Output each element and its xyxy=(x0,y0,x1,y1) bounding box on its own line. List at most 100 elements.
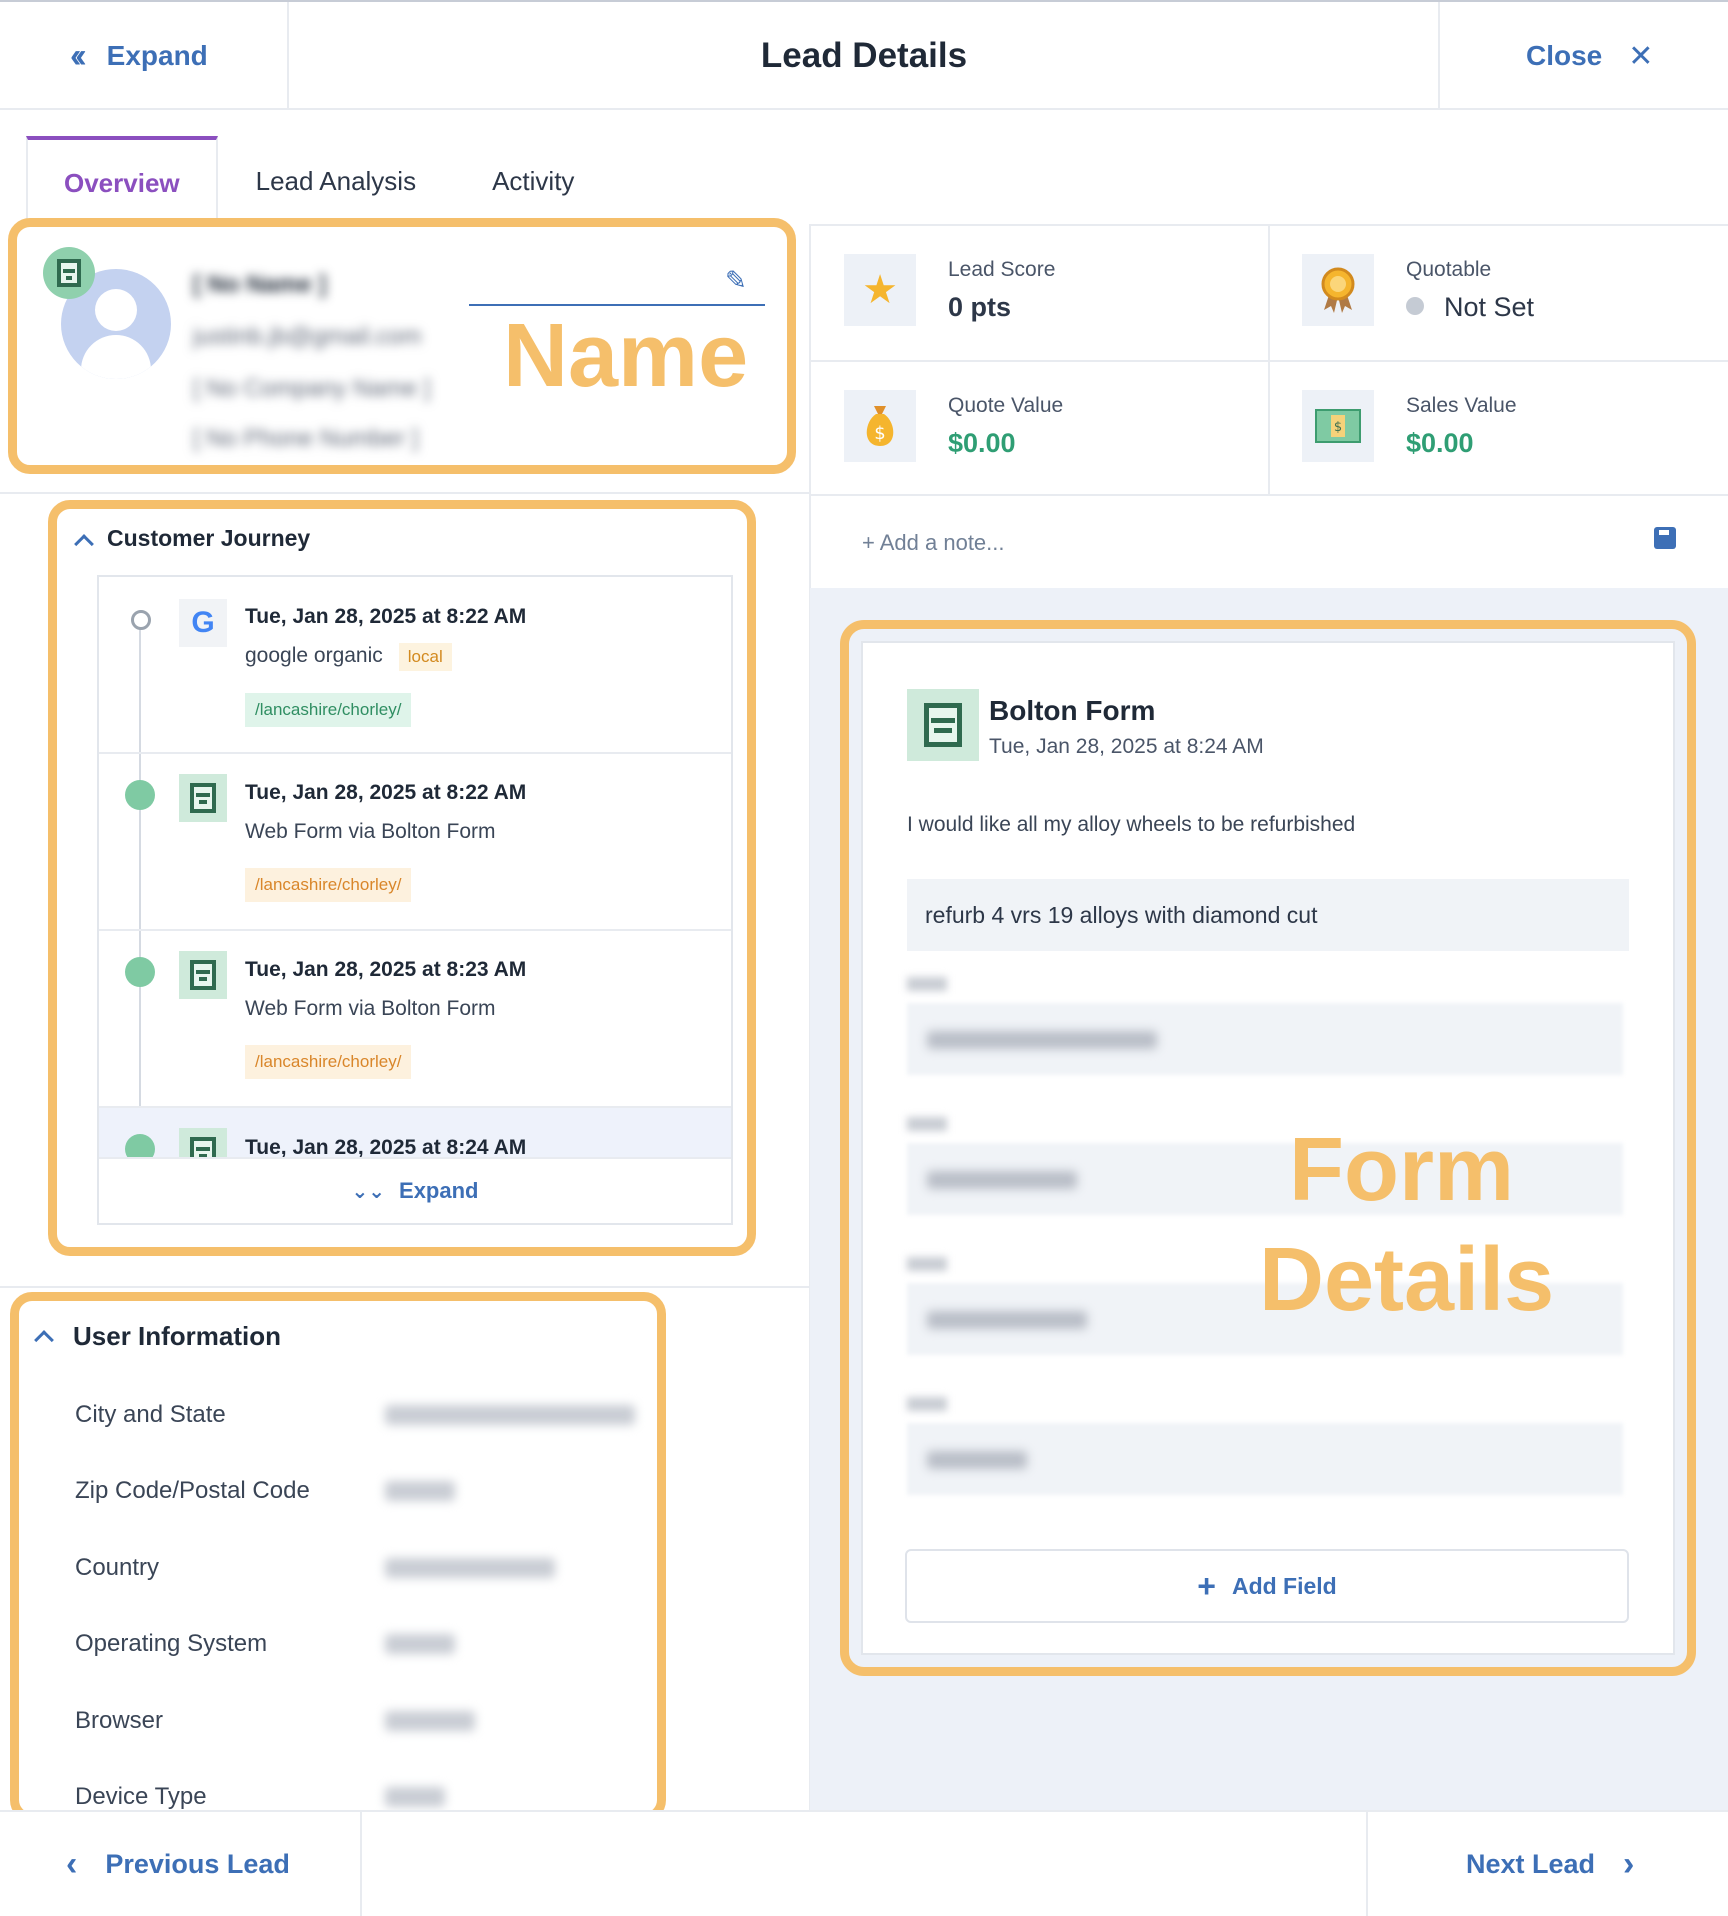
web-form-icon xyxy=(907,689,979,761)
info-value-redacted xyxy=(385,1558,555,1578)
lead-email: justinb.jb@gmail.com xyxy=(193,323,422,350)
expand-label: Expand xyxy=(106,40,208,71)
form-message-field: refurb 4 vrs 19 alloys with diamond cut xyxy=(907,879,1629,951)
info-value-redacted xyxy=(385,1787,445,1807)
info-label-device-type: Device Type xyxy=(75,1783,207,1810)
info-label-city-state: City and State xyxy=(75,1401,226,1428)
journey-path-badge: /lancashire/chorley/ xyxy=(245,868,412,902)
form-annotation: Form xyxy=(1289,1120,1514,1220)
close-button[interactable]: Close ✕ xyxy=(1438,2,1728,110)
info-value-redacted xyxy=(385,1634,455,1654)
journey-path-badge: /lancashire/chorley/ xyxy=(245,1045,412,1079)
redacted-field-value xyxy=(927,1451,1027,1469)
sales-value-stat: $ Sales Value $0.00 xyxy=(1270,362,1728,496)
form-title: Bolton Form xyxy=(989,695,1156,726)
money-bag-icon: $ xyxy=(844,390,916,462)
edit-pencil-icon[interactable]: ✎ xyxy=(725,265,747,296)
tab-lead-analysis[interactable]: Lead Analysis xyxy=(218,136,454,226)
sales-value-amount: $0.00 xyxy=(1406,428,1474,458)
form-details-section: Bolton Form Tue, Jan 28, 2025 at 8:24 AM… xyxy=(840,620,1696,1676)
lead-score-value: 0 pts xyxy=(948,292,1012,322)
form-description: I would like all my alloy wheels to be r… xyxy=(907,813,1356,836)
web-form-icon xyxy=(179,774,227,822)
user-information-title[interactable]: User Information xyxy=(73,1321,281,1352)
journey-date: Tue, Jan 28, 2025 at 8:22 AM xyxy=(245,605,527,628)
journey-item[interactable]: G Tue, Jan 28, 2025 at 8:22 AM google or… xyxy=(99,577,731,754)
quotable-stat[interactable]: Quotable Not Set xyxy=(1270,226,1728,360)
journey-path-badge: /lancashire/chorley/ xyxy=(245,693,412,727)
redacted-field-value xyxy=(927,1031,1157,1049)
journey-expand-button[interactable]: ⌄⌄ Expand xyxy=(99,1157,731,1223)
header: ‹‹ Expand Lead Details Close ✕ xyxy=(0,0,1728,110)
add-field-button[interactable]: + Add Field xyxy=(905,1549,1629,1623)
journey-date: Tue, Jan 28, 2025 at 8:23 AM xyxy=(245,958,527,981)
save-icon[interactable] xyxy=(1654,527,1676,549)
quote-value-stat: $ Quote Value $0.00 xyxy=(812,362,1270,496)
form-details-card: Bolton Form Tue, Jan 28, 2025 at 8:24 AM… xyxy=(861,641,1675,1655)
collapse-chevron-icon[interactable] xyxy=(74,534,94,554)
redacted-field-label xyxy=(907,977,947,991)
add-field-label: Add Field xyxy=(1231,1572,1337,1599)
journey-source: Web Form via Bolton Form xyxy=(245,820,496,843)
divider xyxy=(0,1286,810,1288)
tab-activity[interactable]: Activity xyxy=(454,136,612,226)
previous-lead-button[interactable]: ‹ Previous Lead xyxy=(0,1812,362,1916)
chevron-right-icon: › xyxy=(1623,1844,1635,1883)
lead-phone: [ No Phone Number ] xyxy=(193,425,419,452)
close-icon: ✕ xyxy=(1628,39,1654,73)
redacted-field-label xyxy=(907,1117,947,1131)
double-chevron-left-icon: ‹‹ xyxy=(70,36,86,75)
journey-source: Web Form via Bolton Form xyxy=(245,997,496,1020)
next-lead-label: Next Lead xyxy=(1466,1848,1596,1879)
journey-item[interactable]: Tue, Jan 28, 2025 at 8:23 AM Web Form vi… xyxy=(99,931,731,1108)
collapse-chevron-icon[interactable] xyxy=(34,1330,54,1350)
timeline-dot xyxy=(125,957,155,987)
sales-value-label: Sales Value xyxy=(1406,394,1517,417)
award-ribbon-icon xyxy=(1302,254,1374,326)
name-annotation: Name xyxy=(503,306,749,406)
timeline-dot xyxy=(131,610,151,630)
redacted-field-value xyxy=(927,1311,1087,1329)
close-label: Close xyxy=(1526,40,1603,71)
lead-name[interactable]: [ No Name ] xyxy=(193,271,326,299)
star-icon: ★ xyxy=(844,254,916,326)
quote-value-amount: $0.00 xyxy=(948,428,1016,458)
lead-score-label: Lead Score xyxy=(948,258,1056,281)
customer-journey-title[interactable]: Customer Journey xyxy=(107,525,310,552)
double-chevron-down-icon: ⌄⌄ xyxy=(351,1180,386,1203)
quotable-value: Not Set xyxy=(1406,292,1534,323)
redacted-field-label xyxy=(907,1257,947,1271)
chevron-left-icon: ‹ xyxy=(66,1844,78,1883)
form-date: Tue, Jan 28, 2025 at 8:24 AM xyxy=(989,735,1264,758)
google-icon: G xyxy=(179,599,227,647)
redacted-field-value xyxy=(927,1171,1077,1189)
customer-journey-section: Customer Journey G Tue, Jan 28, 2025 at … xyxy=(48,500,756,1256)
plus-icon: + xyxy=(1197,1567,1216,1604)
lead-profile-card: [ No Name ] ✎ justinb.jb@gmail.com [ No … xyxy=(8,218,796,474)
user-information-section: User Information City and State Zip Code… xyxy=(10,1292,666,1822)
add-note-input[interactable]: + Add a note... xyxy=(862,530,1005,556)
info-value-redacted xyxy=(385,1405,635,1425)
divider xyxy=(0,492,810,494)
lead-score-stat: ★ Lead Score 0 pts xyxy=(812,226,1270,360)
cash-icon: $ xyxy=(1302,390,1374,462)
next-lead-button[interactable]: Next Lead › xyxy=(1366,1812,1728,1916)
local-badge: local xyxy=(398,643,452,671)
journey-item[interactable]: Tue, Jan 28, 2025 at 8:22 AM Web Form vi… xyxy=(99,754,731,931)
tab-overview[interactable]: Overview xyxy=(26,136,218,226)
info-value-redacted xyxy=(385,1481,455,1501)
footer: ‹ Previous Lead Next Lead › xyxy=(0,1810,1728,1916)
info-label-browser: Browser xyxy=(75,1707,164,1734)
page-title: Lead Details xyxy=(760,36,968,75)
journey-source: google organic local xyxy=(245,643,452,671)
quote-value-label: Quote Value xyxy=(948,394,1064,417)
expand-label: Expand xyxy=(399,1178,479,1203)
svg-text:$: $ xyxy=(874,423,885,444)
journey-list: G Tue, Jan 28, 2025 at 8:22 AM google or… xyxy=(97,575,733,1225)
quotable-label: Quotable xyxy=(1406,258,1492,281)
info-label-os: Operating System xyxy=(75,1630,268,1657)
expand-button[interactable]: ‹‹ Expand xyxy=(0,2,289,110)
svg-text:$: $ xyxy=(1334,420,1342,435)
tab-bar: Overview Lead Analysis Activity xyxy=(26,136,612,226)
form-source-icon xyxy=(43,247,95,299)
